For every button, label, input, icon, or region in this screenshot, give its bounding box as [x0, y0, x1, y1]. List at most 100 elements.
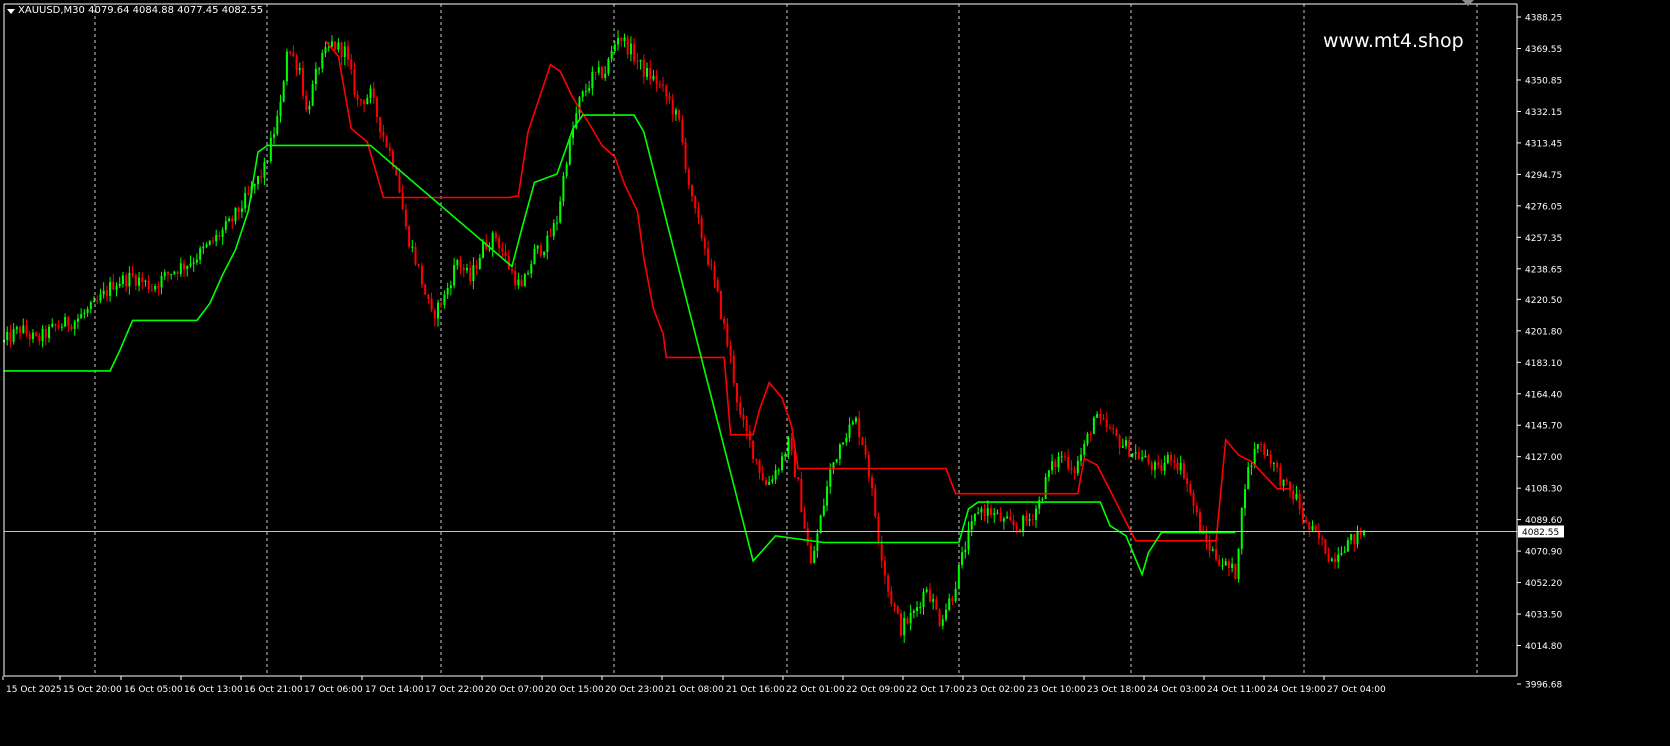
candle	[1321, 535, 1324, 546]
y-tick-label: 3996.68	[1525, 681, 1562, 691]
candle-body	[109, 281, 112, 296]
candle-body	[922, 591, 925, 608]
x-tick-label: 27 Oct 04:00	[1327, 685, 1386, 695]
candle-body	[639, 59, 642, 62]
candle	[1334, 552, 1337, 569]
candle	[301, 61, 304, 100]
candle	[112, 273, 115, 291]
candle-body	[388, 147, 391, 151]
candle	[285, 48, 288, 86]
candle-body	[777, 470, 780, 472]
candle	[1308, 521, 1311, 538]
candle	[916, 600, 919, 617]
candle	[1153, 459, 1156, 479]
candle	[620, 36, 623, 47]
candle-body	[144, 280, 147, 282]
candle	[231, 215, 234, 230]
candle	[48, 324, 51, 343]
candle	[1279, 462, 1282, 489]
candle	[459, 256, 462, 275]
candle	[1192, 489, 1195, 514]
candle	[600, 65, 603, 80]
y-tick-label: 4220.50	[1525, 296, 1562, 306]
candle	[977, 507, 980, 515]
candle	[424, 283, 427, 295]
candle	[83, 309, 86, 319]
candle	[292, 45, 295, 58]
candle	[67, 315, 70, 332]
candle-body	[1044, 477, 1047, 499]
candle-body	[488, 248, 491, 250]
candle-body	[803, 512, 806, 529]
price-chart[interactable]: 4082.55 4388.25 4369.55 4350.85 4332.15 4313…	[0, 0, 1670, 746]
candle	[76, 313, 79, 329]
candle	[1009, 508, 1012, 521]
candle-body	[613, 44, 616, 51]
candle	[748, 424, 751, 448]
candle	[298, 62, 301, 75]
candle-body	[369, 88, 372, 99]
candle	[649, 59, 652, 85]
chart-window[interactable]: 4082.55 4388.25 4369.55 4350.85 4332.15 4313…	[0, 0, 1670, 746]
candle	[1234, 563, 1237, 580]
candle	[134, 273, 137, 291]
x-tick-label: 15 Oct 2025	[6, 685, 62, 695]
candle	[533, 244, 536, 265]
candle	[1276, 460, 1279, 473]
candle-body	[549, 235, 552, 237]
candle-body	[1327, 553, 1330, 562]
candle-body	[687, 169, 690, 185]
candle	[838, 442, 841, 466]
candle-body	[1314, 526, 1317, 531]
candle	[465, 263, 468, 274]
chart-shift-marker-icon[interactable]	[1462, 0, 1474, 6]
candle	[1063, 451, 1066, 461]
candle-body	[861, 437, 864, 445]
candle-body	[292, 52, 295, 56]
candle	[1224, 558, 1227, 566]
candle	[764, 476, 767, 487]
candle-body	[1163, 462, 1166, 471]
candle	[800, 471, 803, 513]
candle	[356, 90, 359, 107]
chart-menu-arrow-icon[interactable]	[7, 9, 15, 14]
candle-body	[710, 264, 713, 266]
candle	[646, 62, 648, 81]
candle-body	[19, 327, 22, 333]
candle-body	[600, 67, 603, 79]
candle-body	[1147, 455, 1150, 464]
candle-body	[700, 217, 703, 239]
x-tick-label: 23 Oct 18:00	[1087, 685, 1146, 695]
candle	[388, 142, 391, 157]
candle	[687, 167, 690, 190]
candle	[1089, 430, 1092, 442]
x-tick-label: 21 Oct 16:00	[726, 685, 785, 695]
candle-body	[1047, 470, 1050, 478]
candle-body	[208, 240, 211, 245]
candle	[935, 595, 938, 610]
candle-body	[417, 264, 420, 266]
candle-body	[282, 81, 285, 102]
candle-body	[514, 270, 517, 286]
candle	[536, 245, 539, 254]
candle	[31, 329, 34, 343]
candle-body	[1102, 417, 1105, 420]
candle-body	[31, 332, 34, 340]
candle	[607, 57, 610, 76]
candle-body	[1343, 551, 1346, 553]
candle-body	[986, 508, 989, 516]
candle-body	[1260, 444, 1263, 446]
candle	[363, 99, 366, 113]
candle-body	[658, 83, 661, 85]
candle	[475, 260, 478, 275]
candle-body	[157, 286, 160, 288]
candle	[192, 257, 195, 272]
candle	[1092, 415, 1095, 435]
candle	[411, 239, 414, 253]
candle	[970, 514, 973, 537]
x-tick-label: 23 Oct 02:00	[966, 685, 1025, 695]
candle-body	[289, 51, 292, 53]
candle-body	[1215, 549, 1218, 560]
candle-body	[83, 312, 86, 315]
candle-body	[1292, 490, 1295, 500]
